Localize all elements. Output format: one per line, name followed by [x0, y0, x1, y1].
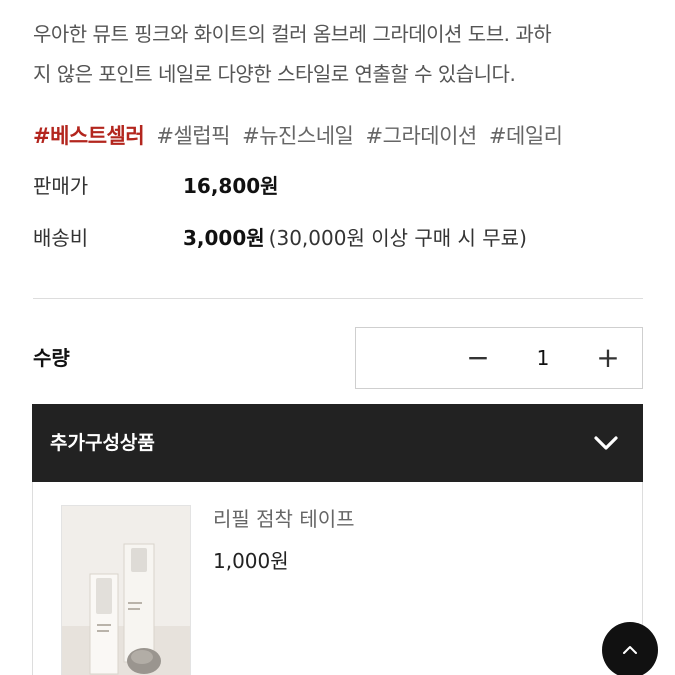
hashtag-daily[interactable]: #데일리: [489, 124, 563, 148]
chevron-up-icon: [623, 646, 637, 654]
increase-quantity-button[interactable]: +: [578, 328, 638, 388]
shipping-value: 3,000원: [183, 226, 265, 250]
hashtag-list: #베스트셀러 #셀럽픽 #뉴진스네일 #그라데이션 #데일리: [33, 118, 568, 154]
hashtag-gradation[interactable]: #그라데이션: [366, 124, 478, 148]
product-description: 우아한 뮤트 핑크와 화이트의 컬러 옴브레 그라데이션 도브. 과하 지 않은…: [33, 14, 648, 94]
section-divider: [33, 298, 643, 299]
description-line-1: 우아한 뮤트 핑크와 화이트의 컬러 옴브레 그라데이션 도브. 과하: [33, 22, 552, 46]
shipping-note: (30,000원 이상 구매 시 무료): [268, 226, 527, 250]
description-line-2: 지 않은 포인트 네일로 다양한 스타일로 연출할 수 있습니다.: [33, 62, 516, 86]
price-value: 16,800원: [183, 174, 279, 198]
price-label: 판매가: [33, 174, 89, 198]
hashtag-bestseller[interactable]: #베스트셀러: [33, 124, 145, 148]
chevron-down-icon: [594, 436, 618, 450]
addon-product-price: 1,000원: [213, 549, 289, 573]
scroll-to-top-button[interactable]: [602, 622, 658, 675]
quantity-label: 수량: [33, 346, 70, 370]
hashtag-celeb-pick[interactable]: #셀럽픽: [156, 124, 230, 148]
hashtag-newjeans-nail[interactable]: #뉴진스네일: [242, 124, 354, 148]
shipping-row: 배송비 3,000원 (30,000원 이상 구매 시 무료): [33, 220, 527, 256]
shipping-label: 배송비: [33, 226, 89, 250]
addon-products-panel: 리필 점착 테이프 1,000원: [32, 482, 643, 675]
addon-products-title: 추가구성상품: [50, 432, 155, 454]
quantity-stepper: − 1 +: [355, 327, 643, 389]
addon-products-toggle[interactable]: 추가구성상품: [32, 404, 643, 482]
addon-product-image[interactable]: [61, 505, 191, 675]
decrease-quantity-button[interactable]: −: [448, 328, 508, 388]
price-row: 판매가 16,800원: [33, 168, 279, 204]
quantity-value[interactable]: 1: [508, 328, 578, 388]
addon-product-name[interactable]: 리필 점착 테이프: [213, 502, 355, 536]
